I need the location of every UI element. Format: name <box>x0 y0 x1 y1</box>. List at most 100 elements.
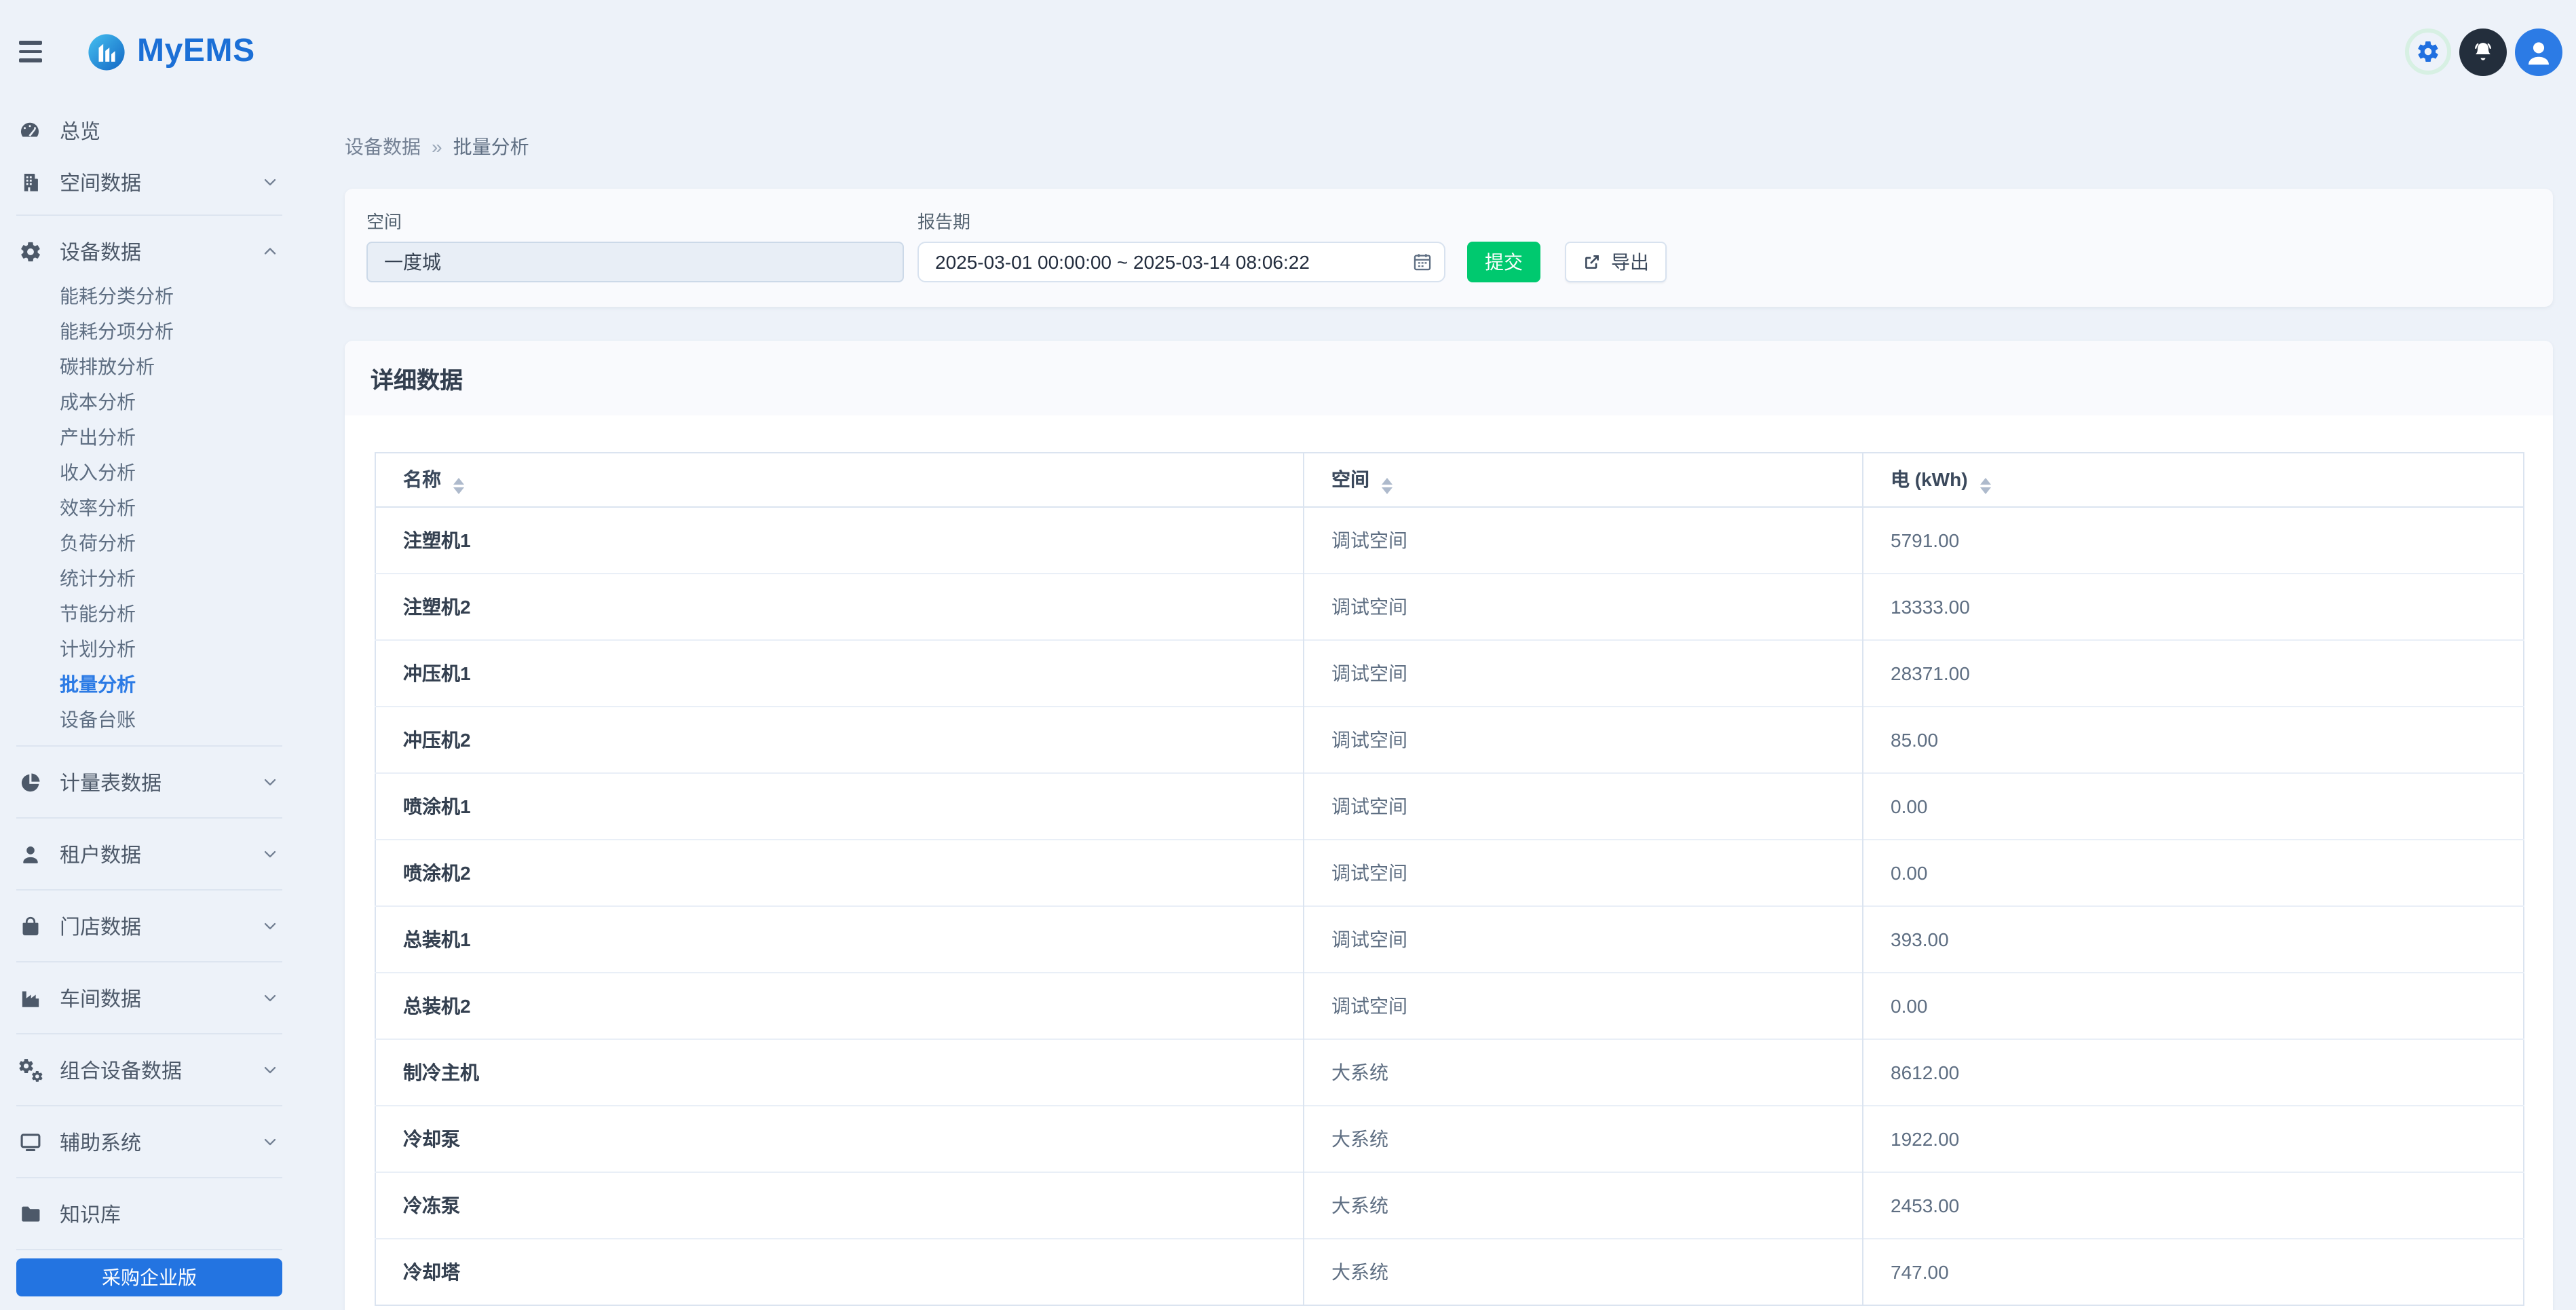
submenu-item[interactable]: 设备台账 <box>16 702 282 737</box>
table-row: 冲压机1 调试空间 28371.00 <box>375 639 2524 707</box>
equipment-submenu: 能耗分类分析 能耗分项分析 碳排放分析 成本分析 产出分析 收入分析 效率分析 … <box>16 278 282 737</box>
cell-energy: 393.00 <box>1863 905 2524 973</box>
table-row: 冷冻泵 大系统 2453.00 <box>375 1172 2524 1239</box>
cell-energy: 5791.00 <box>1891 529 1960 551</box>
column-header-label: 电 (kWh) <box>1891 468 1968 490</box>
sort-icon <box>1382 478 1393 494</box>
cell-energy: 28371.00 <box>1863 639 2524 707</box>
submenu-item[interactable]: 收入分析 <box>16 455 282 490</box>
app-window: MyEMS 总览 空间数据 设备数据 能耗分类分析 能耗分项分析 碳排放分析 成… <box>0 0 2576 1310</box>
sidebar-divider <box>16 961 282 962</box>
chevron-down-icon <box>261 916 280 935</box>
cell-name: 总装机1 <box>375 905 1304 973</box>
cell-energy: 1922.00 <box>1863 1105 2524 1172</box>
table-header-row: 名称 空间 电 (kWh) <box>375 453 2524 508</box>
cell-name: 喷涂机2 <box>375 839 1304 906</box>
submenu-item[interactable]: 计划分析 <box>16 631 282 667</box>
details-card-body: 名称 空间 电 (kWh) 注塑机1 调试空间 5791.00 注塑机2 调试空… <box>345 415 2553 1310</box>
cell-energy: 8612.00 <box>1863 1038 2524 1106</box>
cell-name: 制冷主机 <box>375 1038 1304 1106</box>
cell-space: 调试空间 <box>1304 639 1863 707</box>
table-row: 总装机2 调试空间 0.00 <box>375 972 2524 1039</box>
sidebar-item-equipment-data[interactable]: 设备数据 <box>16 224 282 278</box>
submit-button[interactable]: 提交 <box>1467 242 1540 282</box>
filter-panel: 空间 报告期 提交 导出 <box>345 189 2553 307</box>
chevron-down-icon <box>261 172 280 191</box>
sidebar-item-store-data[interactable]: 门店数据 <box>16 899 282 953</box>
sidebar-item-label: 辅助系统 <box>60 1131 142 1155</box>
chevron-up-icon <box>261 242 280 261</box>
column-header-electricity[interactable]: 电 (kWh) <box>1863 453 2524 508</box>
export-button[interactable]: 导出 <box>1565 242 1667 282</box>
submenu-item[interactable]: 统计分析 <box>16 561 282 596</box>
column-header-label: 空间 <box>1331 468 1369 490</box>
buy-enterprise-button[interactable]: 采购企业版 <box>16 1258 282 1296</box>
sidebar-divider <box>16 817 282 819</box>
monitor-icon <box>16 1130 43 1153</box>
cell-space: 大系统 <box>1304 1238 1863 1305</box>
sidebar-item-tenant-data[interactable]: 租户数据 <box>16 827 282 881</box>
sidebar-item-meter-data[interactable]: 计量表数据 <box>16 755 282 809</box>
cell-space: 调试空间 <box>1304 972 1863 1039</box>
submenu-item[interactable]: 产出分析 <box>16 419 282 455</box>
export-icon <box>1583 252 1602 272</box>
brand-logo[interactable]: MyEMS <box>87 32 255 71</box>
cell-energy: 85.00 <box>1863 706 2524 773</box>
calendar-icon[interactable] <box>1412 251 1433 280</box>
sidebar-divider <box>16 1249 282 1250</box>
main-content: 设备数据 » 批量分析 空间 报告期 提交 <box>293 103 2576 1310</box>
space-label: 空间 <box>366 212 402 232</box>
settings-button[interactable] <box>2405 29 2451 75</box>
pie-chart-icon <box>16 770 43 793</box>
table-row: 总装机1 调试空间 393.00 <box>375 905 2524 973</box>
gears-icon <box>16 1057 43 1083</box>
sidebar-item-label: 空间数据 <box>60 172 142 195</box>
submenu-item[interactable]: 能耗分项分析 <box>16 314 282 349</box>
gear-icon <box>16 240 43 263</box>
submenu-item-batch-analysis-active[interactable]: 批量分析 <box>16 667 282 702</box>
chevron-down-icon <box>261 772 280 791</box>
sidebar-item-auxiliary-system[interactable]: 辅助系统 <box>16 1115 282 1169</box>
myems-logo-icon <box>87 32 126 71</box>
space-input[interactable] <box>366 242 904 282</box>
cell-energy: 13333.00 <box>1863 573 2524 640</box>
cell-space: 调试空间 <box>1304 706 1863 773</box>
sidebar-item-label: 组合设备数据 <box>60 1060 183 1083</box>
brand-name: MyEMS <box>137 33 255 69</box>
cell-name: 注塑机2 <box>375 573 1304 640</box>
table-row: 冲压机2 调试空间 85.00 <box>375 706 2524 773</box>
column-header-space[interactable]: 空间 <box>1304 453 1863 508</box>
cell-name: 冷冻泵 <box>375 1172 1304 1239</box>
sidebar-item-overview[interactable]: 总览 <box>16 103 282 157</box>
cell-energy: 2453.00 <box>1863 1172 2524 1239</box>
column-header-name[interactable]: 名称 <box>375 453 1304 508</box>
sidebar-item-combined-equipment-data[interactable]: 组合设备数据 <box>16 1043 282 1097</box>
cell-energy: 747.00 <box>1863 1238 2524 1305</box>
submenu-item[interactable]: 成本分析 <box>16 384 282 419</box>
cell-space: 大系统 <box>1304 1038 1863 1106</box>
submenu-item[interactable]: 碳排放分析 <box>16 349 282 384</box>
submenu-item[interactable]: 能耗分类分析 <box>16 278 282 314</box>
submenu-item[interactable]: 效率分析 <box>16 490 282 525</box>
breadcrumb-parent[interactable]: 设备数据 <box>345 136 421 157</box>
table-row: 冷却泵 大系统 1922.00 <box>375 1105 2524 1172</box>
user-avatar-icon <box>2523 36 2554 67</box>
column-header-label: 名称 <box>403 468 441 490</box>
sidebar-item-label: 知识库 <box>60 1203 121 1227</box>
user-avatar[interactable] <box>2515 28 2562 75</box>
breadcrumb-separator: » <box>432 136 442 157</box>
submenu-item[interactable]: 节能分析 <box>16 596 282 631</box>
sidebar-item-knowledge-base[interactable]: 知识库 <box>16 1186 282 1241</box>
sidebar-divider <box>16 1033 282 1034</box>
sidebar-item-space-data[interactable]: 空间数据 <box>16 157 282 206</box>
table-row: 注塑机2 调试空间 13333.00 <box>375 573 2524 640</box>
cell-name: 冷却泵 <box>375 1105 1304 1172</box>
cell-name: 冲压机1 <box>375 639 1304 707</box>
submenu-item[interactable]: 负荷分析 <box>16 525 282 561</box>
notifications-button[interactable] <box>2459 28 2507 75</box>
cell-energy: 0.00 <box>1863 772 2524 840</box>
menu-toggle-icon[interactable] <box>19 34 54 69</box>
reporting-period-input[interactable] <box>917 242 1445 282</box>
breadcrumb-current: 批量分析 <box>453 136 529 157</box>
sidebar-item-workshop-data[interactable]: 车间数据 <box>16 971 282 1025</box>
